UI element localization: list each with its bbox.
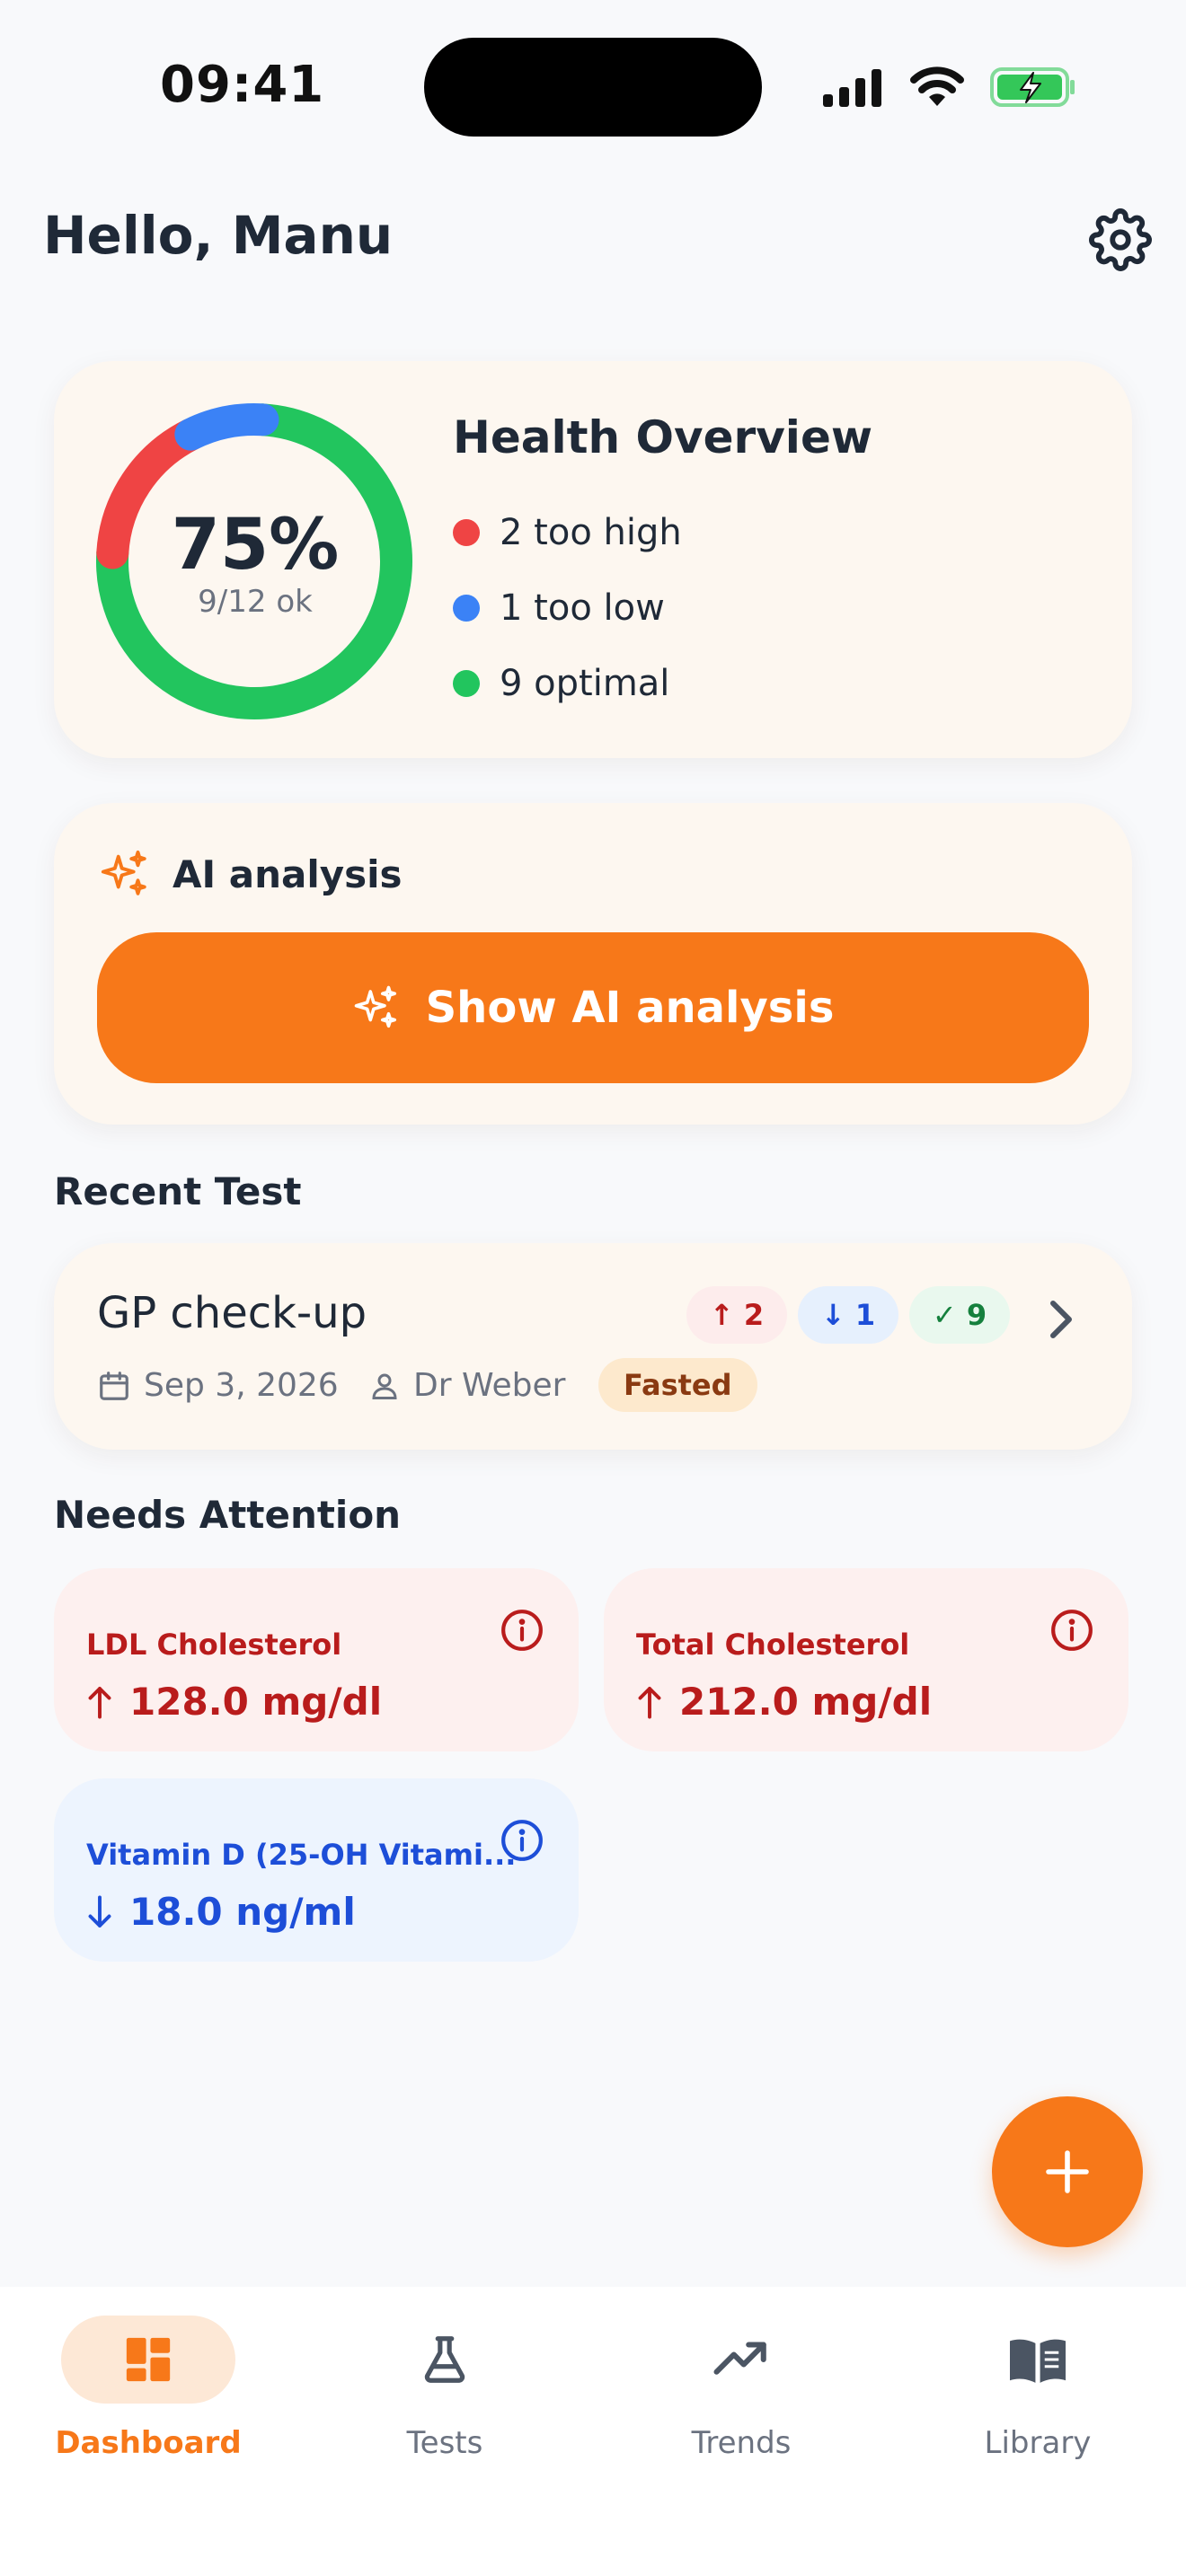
fasted-badge: Fasted: [598, 1358, 757, 1412]
nav-label: Tests: [406, 2425, 483, 2461]
high-count-badge: ↑ 2: [686, 1286, 787, 1344]
health-overview-card[interactable]: 75% 9/12 ok Health Overview 2 too high 1…: [54, 361, 1132, 758]
ai-analysis-header: AI analysis: [99, 848, 403, 900]
blue-dot-icon: [453, 595, 480, 622]
attention-name: Total Cholesterol: [636, 1628, 910, 1662]
nav-icon-container: [358, 2316, 532, 2404]
flask-icon: [424, 2336, 465, 2383]
attention-value-label: 18.0 ng/ml: [129, 1890, 356, 1934]
nav-icon-container: [61, 2316, 235, 2404]
low-count-badge: ↓ 1: [798, 1286, 898, 1344]
dynamic-island: [424, 38, 762, 137]
attention-card-ldl[interactable]: LDL Cholesterol 128.0 mg/dl: [54, 1568, 579, 1751]
recent-test-card[interactable]: GP check-up ↑ 2 ↓ 1 ✓ 9 Sep 3, 2026 Dr W…: [54, 1243, 1132, 1450]
test-doctor-label: Dr Weber: [413, 1367, 566, 1404]
ai-analysis-title: AI analysis: [173, 851, 403, 896]
nav-icon-container: [951, 2316, 1125, 2404]
add-test-button[interactable]: [992, 2096, 1143, 2247]
attention-value-label: 128.0 mg/dl: [129, 1680, 383, 1724]
bottom-navigation: Dashboard Tests Trends Library: [0, 2287, 1186, 2576]
attention-card-total-cholesterol[interactable]: Total Cholesterol 212.0 mg/dl: [604, 1568, 1128, 1751]
info-icon[interactable]: [500, 1818, 544, 1863]
show-ai-analysis-button[interactable]: Show AI analysis: [97, 932, 1089, 1083]
book-icon: [1010, 2339, 1066, 2383]
attention-name: LDL Cholesterol: [86, 1628, 342, 1662]
person-icon: [372, 1373, 397, 1399]
nav-dashboard[interactable]: Dashboard: [0, 2316, 296, 2461]
overview-title: Health Overview: [453, 411, 873, 463]
nav-tests[interactable]: Tests: [296, 2316, 593, 2461]
legend-optimal: 9 optimal: [453, 663, 669, 704]
battery-icon: [990, 67, 1075, 107]
status-time: 09:41: [160, 56, 325, 114]
sparkles-icon: [354, 985, 396, 1028]
trend-icon: [713, 2342, 766, 2375]
gear-icon[interactable]: [1089, 208, 1152, 271]
nav-icon-container: [654, 2316, 828, 2404]
nav-label: Library: [984, 2425, 1092, 2461]
nav-trends[interactable]: Trends: [593, 2316, 890, 2461]
test-doctor: Dr Weber: [368, 1367, 565, 1404]
chevron-right-icon: [1050, 1301, 1072, 1338]
plus-icon: [1046, 2150, 1089, 2193]
attention-name: Vitamin D (25-OH Vitami...: [86, 1838, 517, 1872]
health-percent: 75%: [171, 505, 340, 586]
attention-value: 128.0 mg/dl: [86, 1680, 382, 1724]
ai-analysis-card: AI analysis Show AI analysis: [54, 803, 1132, 1125]
arrow-up-icon: [638, 1686, 661, 1718]
calendar-icon: [100, 1371, 128, 1400]
dashboard-icon: [126, 2337, 171, 2382]
nav-label: Trends: [691, 2425, 792, 2461]
test-date-label: Sep 3, 2026: [144, 1367, 339, 1404]
ok-count-badge: ✓ 9: [909, 1286, 1010, 1344]
legend-label: 1 too low: [500, 587, 665, 629]
attention-card-vitamin-d[interactable]: Vitamin D (25-OH Vitami... 18.0 ng/ml: [54, 1778, 579, 1962]
recent-test-heading: Recent Test: [54, 1169, 302, 1213]
legend-too-high: 2 too high: [453, 512, 682, 553]
test-name: GP check-up: [97, 1288, 367, 1338]
status-icons: [823, 65, 1076, 110]
arrow-down-icon: [88, 1895, 111, 1928]
greeting-title: Hello, Manu: [43, 205, 394, 266]
nav-library[interactable]: Library: [890, 2316, 1186, 2461]
wifi-icon: [910, 66, 964, 106]
nav-label: Dashboard: [55, 2425, 242, 2461]
attention-value-label: 212.0 mg/dl: [679, 1680, 933, 1724]
legend-label: 2 too high: [500, 512, 682, 553]
sparkles-icon: [101, 850, 146, 895]
attention-value: 212.0 mg/dl: [636, 1680, 932, 1724]
arrow-up-icon: [88, 1686, 111, 1718]
signal-icon: [823, 69, 881, 107]
legend-label: 9 optimal: [500, 663, 670, 704]
red-dot-icon: [453, 519, 480, 546]
legend-too-low: 1 too low: [453, 587, 665, 629]
attention-value: 18.0 ng/ml: [86, 1890, 356, 1934]
needs-attention-heading: Needs Attention: [54, 1493, 402, 1537]
info-icon[interactable]: [1049, 1608, 1094, 1653]
test-date: Sep 3, 2026: [97, 1367, 339, 1404]
health-ok-count: 9/12 ok: [198, 584, 313, 620]
donut-segment-low: [174, 403, 279, 451]
info-icon[interactable]: [500, 1608, 544, 1653]
green-dot-icon: [453, 670, 480, 697]
show-ai-analysis-label: Show AI analysis: [425, 983, 835, 1033]
